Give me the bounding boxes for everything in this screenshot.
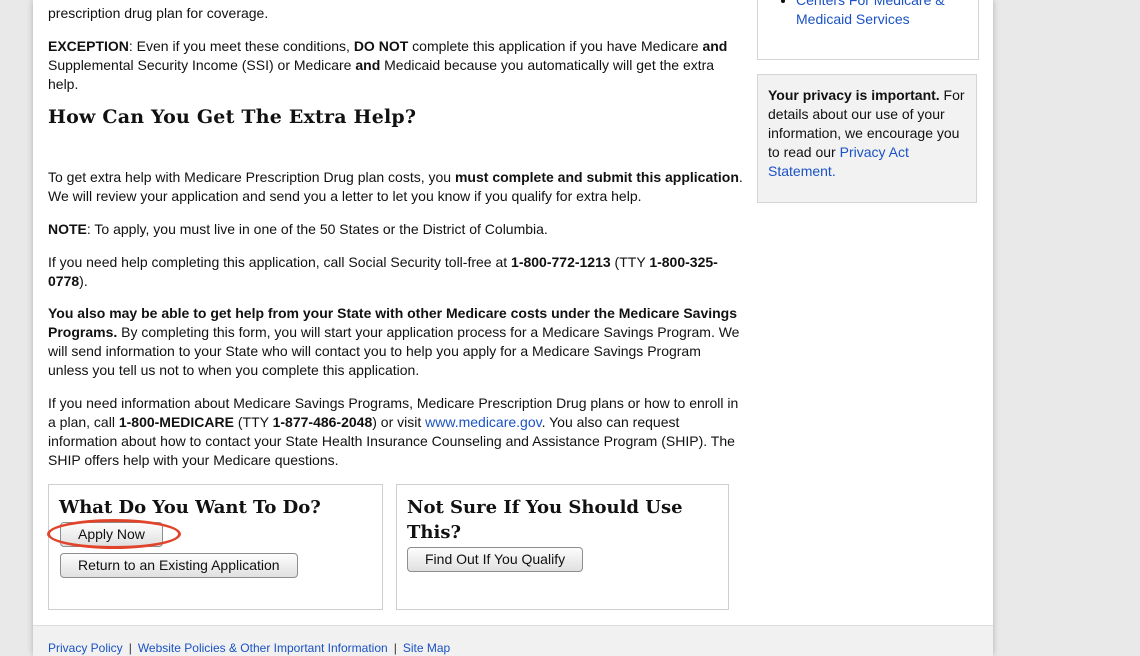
page: prescription drug plan for coverage. EXC… bbox=[33, 0, 993, 656]
footer-links: Privacy Policy | Website Policies & Other … bbox=[48, 641, 450, 655]
medicare-gov-link[interactable]: www.medicare.gov bbox=[425, 414, 541, 430]
what-do-you-want-title: What Do You Want To Do? bbox=[59, 497, 321, 518]
privacy-heading: Your privacy is important. bbox=[768, 87, 940, 103]
sidebar-link-item: Centers For Medicare & Medicaid Services bbox=[796, 0, 956, 29]
privacy-box: Your privacy is important. For details a… bbox=[757, 74, 977, 203]
find-out-if-qualify-button[interactable]: Find Out If You Qualify bbox=[407, 547, 584, 572]
footer-website-policies-link[interactable]: Website Policies & Other Important Infor… bbox=[138, 641, 388, 655]
apply-instructions-paragraph: To get extra help with Medicare Prescrip… bbox=[48, 169, 743, 204]
not-sure-box: Not Sure If You Should Use This? Find Ou… bbox=[396, 484, 729, 610]
footer-site-map-link[interactable]: Site Map bbox=[403, 641, 450, 655]
footer-privacy-policy-link[interactable]: Privacy Policy bbox=[48, 641, 123, 655]
apply-now-highlight-circle bbox=[47, 519, 181, 549]
sidebar-links-box: Centers For Medicare & Medicaid Services bbox=[757, 0, 979, 60]
footer-separator: | bbox=[128, 641, 132, 655]
footer-separator: | bbox=[393, 641, 397, 655]
section-title: How Can You Get The Extra Help? bbox=[48, 106, 417, 128]
sidebar-link-list: Centers For Medicare & Medicaid Services bbox=[758, 0, 956, 29]
medicare-info-paragraph: If you need information about Medicare S… bbox=[48, 395, 739, 468]
medicare-savings-paragraph: You also may be able to get help from yo… bbox=[48, 305, 740, 378]
not-sure-title: Not Sure If You Should Use This? bbox=[407, 497, 683, 543]
note-paragraph: NOTE: To apply, you must live in one of … bbox=[48, 221, 548, 237]
return-to-application-button[interactable]: Return to an Existing Application bbox=[60, 553, 298, 578]
bullet-tail-text: prescription drug plan for coverage. bbox=[48, 5, 269, 21]
footer: Privacy Policy | Website Policies & Other … bbox=[33, 625, 993, 656]
exception-paragraph: EXCEPTION: Even if you meet these condit… bbox=[48, 38, 728, 92]
phone-help-paragraph: If you need help completing this applica… bbox=[48, 254, 718, 289]
cms-link[interactable]: Centers For Medicare & Medicaid Services bbox=[796, 0, 945, 27]
